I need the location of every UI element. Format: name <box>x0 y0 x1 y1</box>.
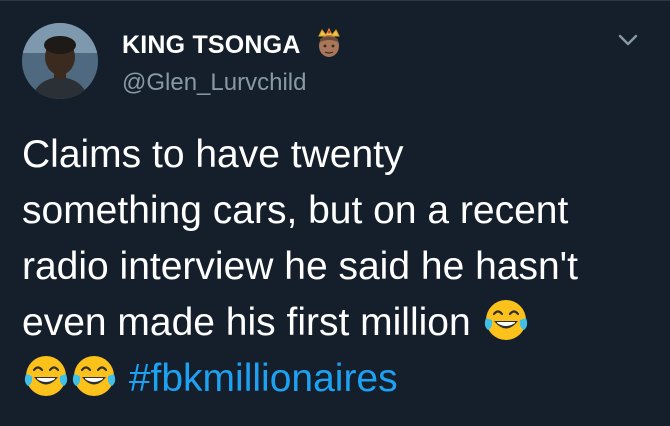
tweet-text-segment: even made his first million <box>22 301 482 344</box>
chevron-down-icon[interactable] <box>613 29 643 51</box>
user-handle[interactable]: @Glen_Lurvchild <box>122 69 306 97</box>
tweet-text-line: Claims to have twenty <box>22 133 404 176</box>
display-name[interactable]: KING TSONGA <box>122 31 301 60</box>
tears-of-joy-emoji <box>24 356 68 396</box>
hashtag-link[interactable]: #fbkmillionaires <box>129 357 398 400</box>
tears-of-joy-emoji <box>72 356 116 396</box>
avatar-image <box>22 23 98 99</box>
tweet-text: Claims to have twenty something cars, bu… <box>22 127 652 407</box>
crown-person-emoji <box>318 27 340 57</box>
tweet-text-line: something cars, but on a recent <box>22 189 569 232</box>
tweet-text-line: #fbkmillionaires <box>22 351 652 407</box>
tweet-text-line: even made his first million <box>22 295 652 351</box>
tweet-text-line: radio interview he said he hasn't <box>22 245 578 288</box>
tears-of-joy-emoji <box>484 300 527 340</box>
tweet-card: KING TSONGA @Glen_Lurvchild Claims to ha… <box>0 0 670 426</box>
avatar[interactable] <box>22 23 98 99</box>
